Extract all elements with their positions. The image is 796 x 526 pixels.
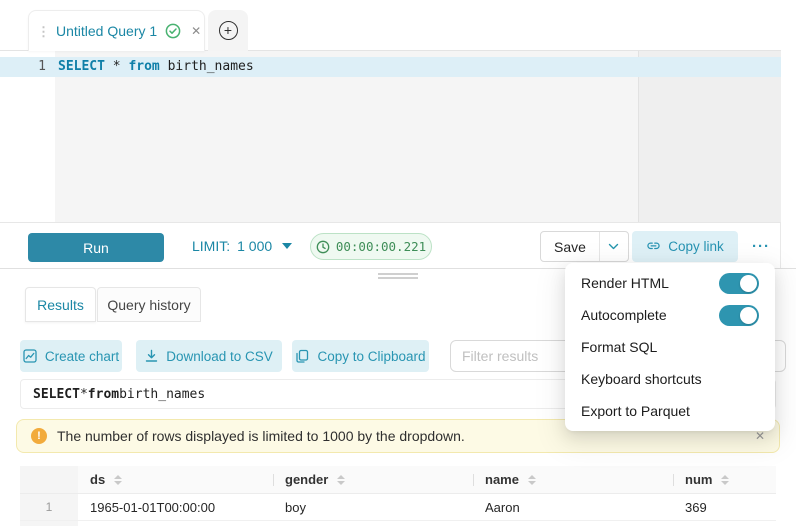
limit-dropdown[interactable]: LIMIT: 1 000 (192, 223, 292, 269)
toggle-knob (740, 307, 757, 324)
tab-results[interactable]: Results (25, 287, 96, 322)
render-html-toggle[interactable] (719, 273, 759, 294)
row-index-cell (20, 521, 78, 526)
preview-keyword: SELECT (33, 387, 80, 402)
chevron-down-icon (608, 243, 619, 250)
cell-name: Aaron (473, 494, 673, 520)
column-label: num (685, 472, 712, 487)
cell-num: 369 (673, 494, 776, 520)
menu-item-label: Keyboard shortcuts (581, 371, 702, 387)
menu-item-label: Render HTML (581, 275, 669, 291)
create-chart-button[interactable]: Create chart (20, 340, 122, 372)
copy-icon (295, 349, 309, 363)
toggle-knob (740, 275, 757, 292)
add-tab-button[interactable]: + (208, 10, 248, 51)
menu-item-keyboard-shortcuts[interactable]: Keyboard shortcuts (565, 363, 775, 395)
column-divider (673, 474, 674, 486)
line-number: 1 (0, 57, 46, 77)
sql-editor[interactable]: 1 SELECT * from birth_names (0, 51, 781, 222)
sql-keyword: from (128, 59, 159, 74)
caret-down-icon (282, 243, 292, 249)
copy-link-button[interactable]: Copy link (632, 231, 738, 262)
alert-text: The number of rows displayed is limited … (57, 428, 465, 444)
results-table: ds gender name num 1 1965-01-01T00:00:00 (20, 466, 776, 526)
sort-icon[interactable] (721, 475, 729, 485)
save-button[interactable]: Save (541, 232, 599, 261)
cell-ds: 1965-01-01T00:00:00 (78, 494, 273, 520)
download-icon (145, 349, 158, 363)
menu-item-label: Export to Parquet (581, 403, 690, 419)
sql-star: * (113, 59, 121, 74)
limit-label: LIMIT: (192, 238, 230, 254)
tab-query-history[interactable]: Query history (97, 287, 201, 322)
more-actions-menu: Render HTML Autocomplete Format SQL Keyb… (565, 263, 775, 431)
query-tab[interactable]: ⋮ Untitled Query 1 ✕ (28, 10, 205, 51)
sort-icon[interactable] (114, 475, 122, 485)
sql-code-line[interactable]: SELECT * from birth_names (58, 57, 254, 77)
table-header-row: ds gender name num (20, 466, 776, 494)
column-header-num[interactable]: num (673, 466, 776, 493)
plus-circle-icon: + (219, 21, 238, 40)
autocomplete-toggle[interactable] (719, 305, 759, 326)
copy-clipboard-label: Copy to Clipboard (317, 349, 425, 364)
column-label: gender (285, 472, 328, 487)
sql-table-name: birth_names (168, 59, 254, 74)
create-chart-label: Create chart (45, 349, 119, 364)
sql-keyword: SELECT (58, 59, 105, 74)
more-actions-button[interactable]: ··· (748, 231, 774, 262)
copy-link-label: Copy link (668, 239, 724, 254)
sql-lab-screen: ⋮ Untitled Query 1 ✕ + 1 SELECT * from b… (0, 0, 796, 526)
table-row[interactable]: 1 1965-01-01T00:00:00 boy Aaron 369 (20, 494, 776, 521)
copy-clipboard-button[interactable]: Copy to Clipboard (292, 340, 429, 372)
query-saved-check-icon (165, 23, 181, 39)
editor-toolbar: Run LIMIT: 1 000 00:00:00.221 Save (0, 222, 781, 268)
warning-icon: ! (31, 428, 47, 444)
chart-icon (23, 349, 37, 363)
tab-close-icon[interactable]: ✕ (191, 24, 201, 38)
table-row-partial (20, 521, 776, 526)
menu-item-export-parquet[interactable]: Export to Parquet (565, 395, 775, 427)
query-timer-badge: 00:00:00.221 (310, 233, 432, 260)
preview-keyword: from (88, 387, 119, 402)
column-header-ds[interactable]: ds (78, 466, 273, 493)
preview-table-name: birth_names (119, 387, 205, 402)
column-divider (473, 474, 474, 486)
save-split-button[interactable]: Save (540, 231, 629, 262)
clock-icon (316, 240, 330, 254)
menu-item-label: Autocomplete (581, 307, 667, 323)
column-label: ds (90, 472, 105, 487)
timer-value: 00:00:00.221 (336, 239, 426, 254)
download-csv-button[interactable]: Download to CSV (136, 340, 282, 372)
limit-value: 1 000 (237, 238, 272, 254)
preview-star: * (80, 387, 88, 402)
column-divider (273, 474, 274, 486)
menu-item-autocomplete[interactable]: Autocomplete (565, 299, 775, 331)
cell-gender: boy (273, 494, 473, 520)
sort-icon[interactable] (528, 475, 536, 485)
column-header-gender[interactable]: gender (273, 466, 473, 493)
download-csv-label: Download to CSV (166, 349, 273, 364)
column-header-name[interactable]: name (473, 466, 673, 493)
menu-item-format-sql[interactable]: Format SQL (565, 331, 775, 363)
save-dropdown-button[interactable] (599, 232, 628, 261)
column-label: name (485, 472, 519, 487)
tab-drag-handle-icon[interactable]: ⋮ (37, 25, 50, 38)
run-button[interactable]: Run (28, 233, 164, 262)
query-tab-title[interactable]: Untitled Query 1 (56, 23, 157, 39)
sort-icon[interactable] (337, 475, 345, 485)
menu-item-label: Format SQL (581, 339, 657, 355)
pane-resize-handle[interactable] (378, 273, 418, 281)
row-index-header (20, 466, 78, 493)
link-icon (646, 239, 661, 254)
alert-close-icon[interactable]: ✕ (755, 429, 765, 443)
row-index-cell: 1 (20, 494, 78, 520)
menu-item-render-html[interactable]: Render HTML (565, 267, 775, 299)
